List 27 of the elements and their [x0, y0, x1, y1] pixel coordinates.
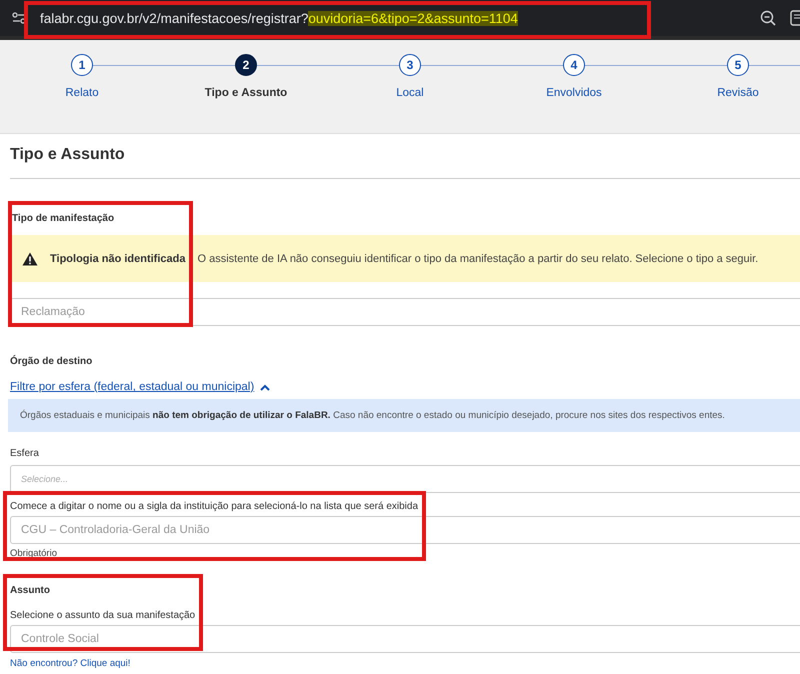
field-label: Esfera — [10, 448, 39, 459]
alert-message: Tipologia não identificada O assistente de IA não conseguiu identificar o tipo da manifestação a partir do seu relato. Selecione o tipo a seguir. — [50, 252, 758, 264]
step-number[interactable]: 5 — [727, 54, 749, 76]
warning-icon — [22, 252, 38, 266]
step-number[interactable]: 2 — [235, 54, 257, 76]
step-number[interactable]: 1 — [71, 54, 93, 76]
step-label[interactable]: Local — [396, 87, 424, 99]
step-label[interactable]: Envolvidos — [546, 87, 602, 99]
field-label: Órgão de destino — [10, 356, 92, 367]
section-heading: Tipo e Assunto — [10, 146, 126, 164]
site-settings-icon[interactable] — [12, 12, 26, 24]
info-message: Órgãos estaduais e municipais não tem obrigação de utilizar o FalaBR. Caso não encontre o estado ou município desejado, procure nos sites dos respectivos entes. — [20, 410, 725, 421]
zoom-out-icon[interactable] — [760, 10, 776, 26]
step-number[interactable]: 4 — [563, 54, 585, 76]
required-hint: Obrigatório — [10, 548, 58, 559]
field-label: Assunto — [10, 585, 50, 596]
step-label[interactable]: Tipo e Assunto — [204, 87, 288, 99]
step-label[interactable]: Relato — [65, 87, 99, 99]
field-label: Selecione o assunto da sua manifestação — [10, 610, 196, 621]
help-link[interactable]: Não encontrou? Clique aqui! — [10, 658, 130, 669]
field-label: Comece a digitar o nome ou a sigla da instituição para selecioná-lo na lista que será exibida — [10, 501, 418, 512]
sphere-select-field[interactable]: Selecione... — [10, 465, 800, 493]
field-label: Tipo de manifestação — [11, 213, 114, 224]
step-label[interactable]: Revisão — [717, 87, 759, 99]
filter-link[interactable]: Filtre por esfera (federal, estadual ou municipal) — [10, 381, 270, 393]
step-number[interactable]: 3 — [399, 54, 421, 76]
reader-icon[interactable] — [790, 10, 800, 26]
